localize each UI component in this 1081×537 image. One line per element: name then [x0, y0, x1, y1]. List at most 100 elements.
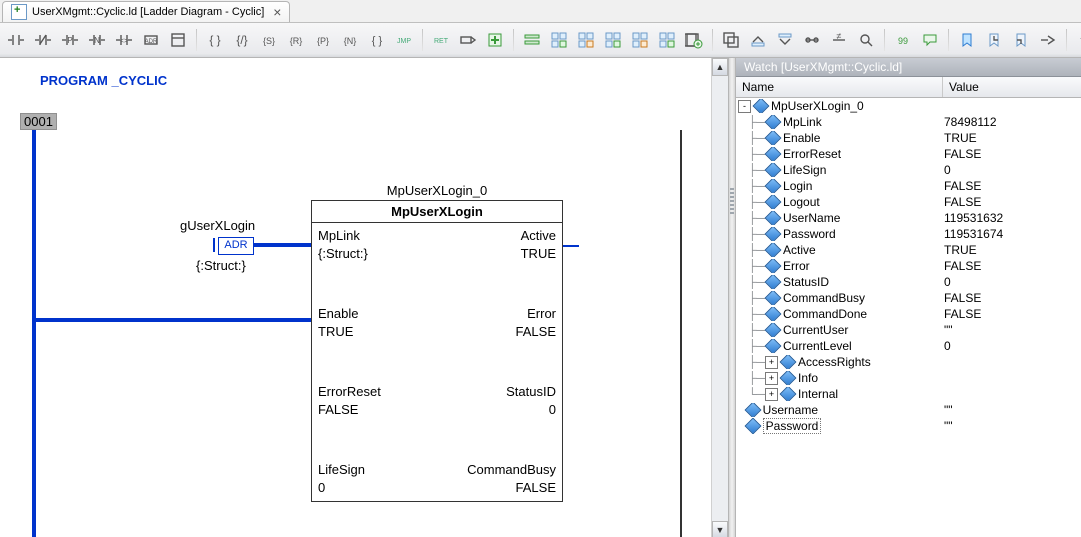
watch-row[interactable]: ├─+AccessRights	[736, 354, 1081, 370]
watch-row[interactable]: ├─CurrentUser""	[736, 322, 1081, 338]
grid-expand-button[interactable]	[547, 28, 571, 52]
document-tab[interactable]: UserXMgmt::Cyclic.ld [Ladder Diagram - C…	[2, 1, 290, 22]
fb-output-name[interactable]: CommandBusy	[467, 461, 556, 479]
coil-p-button[interactable]: {P}	[311, 28, 335, 52]
splitter[interactable]	[728, 58, 736, 537]
kin-link-button[interactable]	[800, 28, 824, 52]
fb-output-name[interactable]: Active	[521, 227, 556, 245]
bookmark-next-button[interactable]	[1009, 28, 1033, 52]
var-ref-button[interactable]: ADR	[139, 28, 163, 52]
scroll-track[interactable]	[712, 76, 728, 521]
grid-ungroup-button[interactable]	[601, 28, 625, 52]
watch-root[interactable]: -MpUserXLogin_0	[736, 98, 1081, 114]
watch-col-value[interactable]: Value	[943, 77, 1081, 97]
watch-row[interactable]: ├─ErrorResetFALSE	[736, 146, 1081, 162]
editor-scrollbar[interactable]: ▲ ▼	[711, 58, 728, 537]
close-tab-button[interactable]: ×	[273, 5, 281, 19]
fb-output-name[interactable]: Error	[527, 305, 556, 323]
watch-tree[interactable]: -MpUserXLogin_0 ├─MpLink78498112 ├─Enabl…	[736, 98, 1081, 537]
contact-cmp-button[interactable]: <>	[112, 28, 136, 52]
watch-item-value[interactable]: FALSE	[944, 179, 981, 193]
watch-item-value[interactable]: ""	[944, 323, 953, 337]
watch-item-value[interactable]: FALSE	[944, 291, 981, 305]
num-99-button[interactable]: 99	[891, 28, 915, 52]
coil-s-button[interactable]: {S}	[257, 28, 281, 52]
grid-compact-button[interactable]	[628, 28, 652, 52]
contact-p-button[interactable]: P	[58, 28, 82, 52]
fb-input-name[interactable]: ErrorReset	[318, 383, 381, 401]
watch-col-name[interactable]: Name	[736, 77, 943, 97]
watch-row[interactable]: ├─UserName119531632	[736, 210, 1081, 226]
watch-item-value[interactable]: ""	[944, 403, 953, 417]
paren3-button[interactable]: { }	[365, 28, 389, 52]
insert-row-button[interactable]	[520, 28, 544, 52]
paren-close-button[interactable]: {/}	[230, 28, 254, 52]
watch-row[interactable]: ├─StatusID0	[736, 274, 1081, 290]
watch-row[interactable]: ├─ErrorFALSE	[736, 258, 1081, 274]
contact-no-button[interactable]	[4, 28, 28, 52]
adr-operator[interactable]: ADR	[218, 237, 254, 255]
paren-open-button[interactable]: { }	[203, 28, 227, 52]
watch-row[interactable]: ├─LogoutFALSE	[736, 194, 1081, 210]
watch-item-value[interactable]: FALSE	[944, 195, 981, 209]
coil-n-button[interactable]: {N}	[338, 28, 362, 52]
watch-item-value[interactable]: TRUE	[944, 131, 977, 145]
watch-item-value[interactable]: 0	[944, 163, 951, 177]
watch-row[interactable]: ├─CurrentLevel0	[736, 338, 1081, 354]
fb-input-name[interactable]: LifeSign	[318, 461, 365, 479]
watch-row[interactable]: ├─EnableTRUE	[736, 130, 1081, 146]
scroll-down-button[interactable]: ▼	[712, 521, 728, 537]
expand-toggle-icon[interactable]: +	[765, 356, 778, 369]
rung-down-button[interactable]	[773, 28, 797, 52]
comment-bubble-button[interactable]	[918, 28, 942, 52]
watch-item-value[interactable]: 0	[944, 339, 951, 353]
watch-item-value[interactable]: TRUE	[944, 243, 977, 257]
ret-button[interactable]: RET	[429, 28, 453, 52]
watch-row[interactable]: ├─+Info	[736, 370, 1081, 386]
grid-insert-button[interactable]	[655, 28, 679, 52]
watch-item-value[interactable]: 0	[944, 275, 951, 289]
insert-block-button[interactable]	[719, 28, 743, 52]
rung-up-button[interactable]	[746, 28, 770, 52]
fb-input-signal-name[interactable]: gUserXLogin	[180, 218, 255, 233]
watch-row[interactable]: ├─LoginFALSE	[736, 178, 1081, 194]
fb-input-name[interactable]: Enable	[318, 305, 358, 323]
find-button[interactable]	[854, 28, 878, 52]
fb-block-button[interactable]	[166, 28, 190, 52]
jmp-button[interactable]: JMP	[392, 28, 416, 52]
insert-green-button[interactable]	[483, 28, 507, 52]
watch-item-value[interactable]: FALSE	[944, 307, 981, 321]
coil-r-button[interactable]: {R}	[284, 28, 308, 52]
split-right-button[interactable]	[1036, 28, 1060, 52]
contact-n-button[interactable]: N	[85, 28, 109, 52]
watch-row[interactable]: ├─ActiveTRUE	[736, 242, 1081, 258]
grid-collapse-button[interactable]	[574, 28, 598, 52]
watch-row[interactable]: └─+Internal	[736, 386, 1081, 402]
fb-instance-name[interactable]: MpUserXLogin_0	[312, 183, 562, 198]
watch-item-value[interactable]: FALSE	[944, 259, 981, 273]
expand-toggle-icon[interactable]: +	[765, 388, 778, 401]
function-block[interactable]: MpUserXLogin_0 MpUserXLogin MpLinkActive…	[311, 200, 563, 502]
watch-item-value[interactable]: FALSE	[944, 147, 981, 161]
watch-row[interactable]: Username""	[736, 402, 1081, 418]
watch-item-value[interactable]: 78498112	[944, 115, 997, 129]
rung-number[interactable]: 0001	[20, 113, 57, 130]
watch-item-value[interactable]: ""	[944, 419, 953, 433]
watch-row[interactable]: ├─CommandBusyFALSE	[736, 290, 1081, 306]
split-up-button[interactable]	[1073, 28, 1081, 52]
watch-item-value[interactable]: 119531674	[944, 227, 1003, 241]
scroll-up-button[interactable]: ▲	[712, 58, 728, 76]
fb-input-name[interactable]: MpLink	[318, 227, 360, 245]
expand-toggle-icon[interactable]: +	[765, 372, 778, 385]
fb-add-button[interactable]	[682, 28, 706, 52]
contact-nc-button[interactable]	[31, 28, 55, 52]
bookmark-prev-button[interactable]	[982, 28, 1006, 52]
watch-item-value[interactable]: 119531632	[944, 211, 1003, 225]
strike-link-button[interactable]: ≠	[827, 28, 851, 52]
bookmark-flag-button[interactable]	[955, 28, 979, 52]
watch-row[interactable]: ├─CommandDoneFALSE	[736, 306, 1081, 322]
watch-row-selected[interactable]: Password""	[736, 418, 1081, 434]
watch-row[interactable]: ├─MpLink78498112	[736, 114, 1081, 130]
ladder-editor[interactable]: PROGRAM _CYCLIC 0001 gUserXLogin ADR {:S…	[0, 58, 728, 537]
watch-row[interactable]: ├─LifeSign0	[736, 162, 1081, 178]
